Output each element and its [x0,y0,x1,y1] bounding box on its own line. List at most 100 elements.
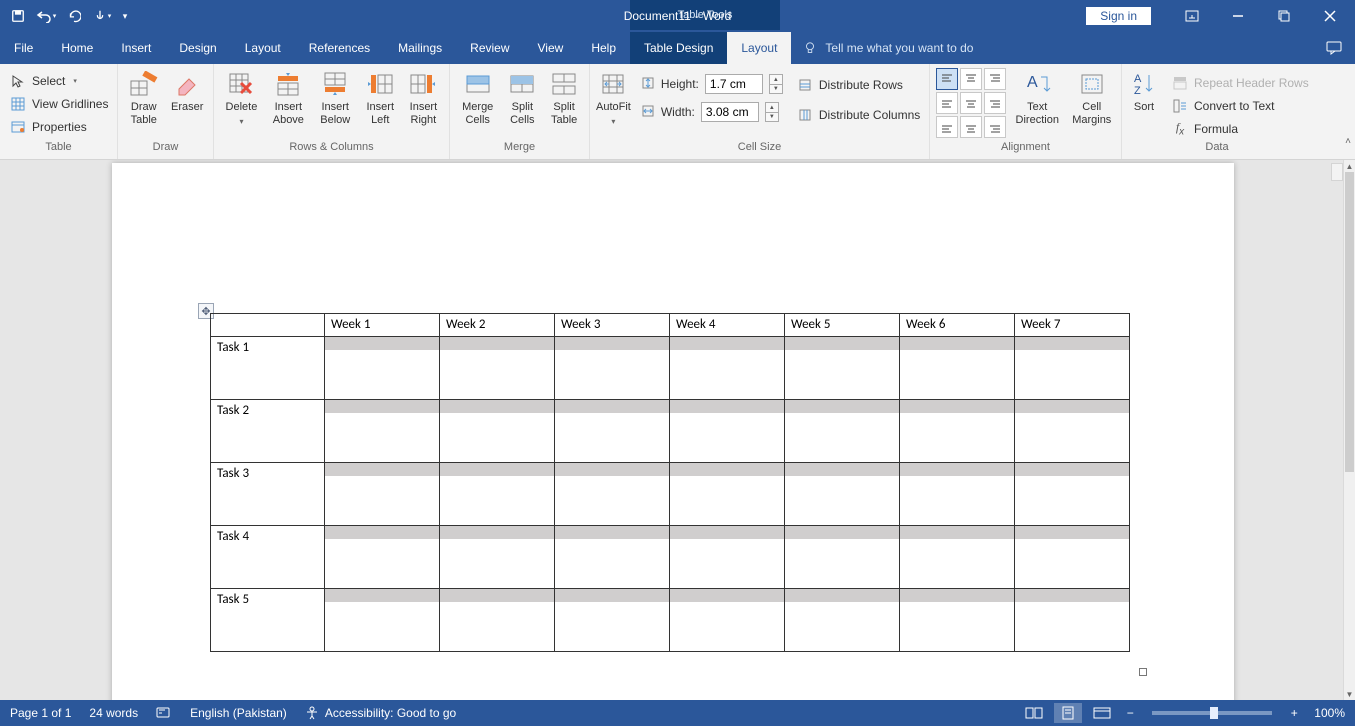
width-up[interactable]: ▲ [765,102,779,112]
zoom-slider-knob[interactable] [1210,707,1218,719]
merge-cells-button[interactable]: Merge Cells [456,68,499,126]
table-cell[interactable] [555,589,670,652]
col-width-input[interactable] [701,102,759,122]
ribbon-display-options-button[interactable] [1169,0,1215,32]
align-bottom-right[interactable] [984,116,1006,138]
table-cell[interactable] [325,589,440,652]
align-top-right[interactable] [984,68,1006,90]
read-mode-button[interactable] [1020,703,1048,723]
table-cell[interactable] [785,400,900,463]
table-cell[interactable] [440,463,555,526]
table-resize-handle[interactable] [1139,668,1147,676]
word-count-status[interactable]: 24 words [89,706,138,720]
autofit-button[interactable]: AutoFit ▾ [596,68,631,126]
properties-button[interactable]: Properties [6,116,91,138]
table-header-cell[interactable]: Week 3 [555,314,670,337]
collapse-ribbon-button[interactable]: ˄ [1345,136,1351,147]
zoom-level[interactable]: 100% [1314,706,1345,720]
qat-customize-button[interactable]: ▾ [118,4,132,28]
tab-help[interactable]: Help [577,32,630,64]
table-cell[interactable] [555,400,670,463]
web-layout-button[interactable] [1088,703,1116,723]
table-cell[interactable] [670,463,785,526]
table-cell[interactable] [440,589,555,652]
tab-view[interactable]: View [524,32,578,64]
align-bottom-center[interactable] [960,116,982,138]
table-header-cell[interactable]: Week 6 [900,314,1015,337]
scroll-up-button[interactable]: ▲ [1344,160,1355,172]
cell-margins-button[interactable]: Cell Margins [1069,68,1116,126]
vertical-scrollbar[interactable]: ▲ ▼ [1343,160,1355,700]
table-cell[interactable] [440,400,555,463]
redo-button[interactable] [62,4,86,28]
split-cells-button[interactable]: Split Cells [503,68,541,126]
tell-me-search[interactable]: Tell me what you want to do [791,32,985,64]
align-top-center[interactable] [960,68,982,90]
table-cell[interactable] [900,400,1015,463]
table-cell[interactable] [785,463,900,526]
zoom-out-button[interactable]: − [1122,706,1138,720]
table-header-cell[interactable]: Week 5 [785,314,900,337]
spell-check-status[interactable] [156,705,172,722]
height-up[interactable]: ▲ [769,74,783,84]
text-direction-button[interactable]: A Text Direction [1014,68,1061,126]
width-down[interactable]: ▼ [765,112,779,122]
tab-design[interactable]: Design [165,32,230,64]
language-status[interactable]: English (Pakistan) [190,706,287,720]
table-cell[interactable]: Task 5 [211,589,325,652]
draw-table-button[interactable]: Draw Table [124,68,164,126]
minimize-button[interactable] [1215,0,1261,32]
table-cell[interactable] [325,526,440,589]
save-button[interactable] [6,4,30,28]
table-header-cell[interactable]: Week 1 [325,314,440,337]
table-cell[interactable]: Task 2 [211,400,325,463]
sort-button[interactable]: AZ Sort [1128,68,1160,114]
print-layout-button[interactable] [1054,703,1082,723]
insert-above-button[interactable]: Insert Above [267,68,310,126]
table-cell[interactable] [900,337,1015,400]
table-header-cell[interactable]: Week 7 [1015,314,1130,337]
table-cell[interactable] [555,526,670,589]
view-gridlines-button[interactable]: View Gridlines [6,93,112,115]
tab-page-layout[interactable]: Layout [231,32,295,64]
table-cell[interactable] [325,400,440,463]
tab-table-design[interactable]: Table Design [630,32,727,64]
table-cell[interactable] [325,463,440,526]
row-height-input[interactable] [705,74,763,94]
table-cell[interactable] [440,526,555,589]
comments-pane-button[interactable] [1319,32,1349,64]
tab-table-layout[interactable]: Layout [727,32,791,64]
table-cell[interactable] [900,589,1015,652]
undo-button[interactable]: ▾ [34,4,58,28]
tab-mailings[interactable]: Mailings [384,32,456,64]
accessibility-status[interactable]: Accessibility: Good to go [305,706,456,720]
table-cell[interactable] [325,337,440,400]
table-cell[interactable]: Task 4 [211,526,325,589]
align-middle-right[interactable] [984,92,1006,114]
table-cell[interactable] [670,526,785,589]
distribute-rows-button[interactable]: Distribute Rows [793,74,924,96]
sign-in-button[interactable]: Sign in [1086,7,1151,25]
table-cell[interactable] [555,463,670,526]
document-table[interactable]: Week 1 Week 2 Week 3 Week 4 Week 5 Week … [210,313,1130,652]
align-top-left[interactable] [936,68,958,90]
scroll-down-button[interactable]: ▼ [1344,688,1355,700]
select-button[interactable]: Select ▾ [6,70,81,92]
convert-to-text-button[interactable]: Convert to Text [1168,95,1313,117]
align-middle-left[interactable] [936,92,958,114]
table-cell[interactable] [670,400,785,463]
table-header-cell[interactable]: Week 4 [670,314,785,337]
table-cell[interactable] [440,337,555,400]
page-number-status[interactable]: Page 1 of 1 [10,706,71,720]
close-button[interactable] [1307,0,1353,32]
touch-mode-button[interactable]: ▾ [90,4,114,28]
zoom-in-button[interactable]: + [1286,706,1302,720]
table-cell[interactable] [1015,589,1130,652]
split-table-button[interactable]: Split Table [545,68,583,126]
repeat-header-rows-button[interactable]: Repeat Header Rows [1168,72,1313,94]
table-cell[interactable] [670,337,785,400]
table-cell[interactable] [1015,526,1130,589]
maximize-button[interactable] [1261,0,1307,32]
eraser-button[interactable]: Eraser [168,68,208,114]
insert-right-button[interactable]: Insert Right [404,68,443,126]
